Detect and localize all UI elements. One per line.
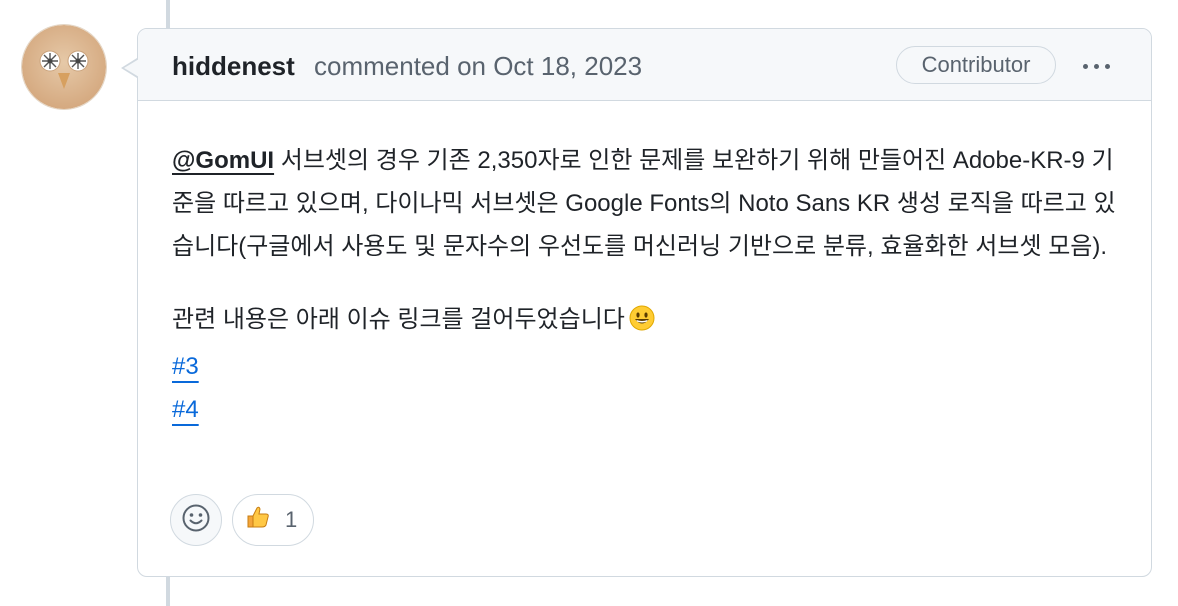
thumbs-up-reaction-button[interactable]: 1 [232, 494, 314, 546]
comment-arrow-inner [124, 59, 139, 77]
paragraph-1-text: 서브셋의 경우 기존 2,350자로 인한 문제를 보완하기 위해 만들어진 A… [172, 147, 1116, 260]
paragraph-2: 관련 내용은 아래 이슈 링크를 걸어두었습니다 [172, 298, 1132, 345]
add-reaction-button[interactable] [170, 494, 222, 546]
avatar[interactable] [22, 25, 106, 109]
comment-box: hiddenest commented on Oct 18, 2023 Cont… [137, 28, 1152, 577]
kebab-horizontal-icon[interactable] [1078, 56, 1114, 76]
comment-timestamp[interactable]: commented on Oct 18, 2023 [314, 51, 642, 82]
reaction-count: 1 [285, 507, 298, 532]
comment-author[interactable]: hiddenest [172, 51, 295, 82]
thumbs-up-icon [245, 504, 271, 536]
user-mention-link[interactable]: @GomUI [172, 147, 274, 174]
grinning-face-emoji [629, 302, 655, 345]
issue-link-4[interactable]: #4 [172, 389, 199, 430]
paragraph-1: @GomUI 서브셋의 경우 기존 2,350자로 인한 문제를 보완하기 위해… [172, 139, 1132, 268]
issue-link-3[interactable]: #3 [172, 346, 199, 387]
contributor-badge: Contributor [896, 46, 1056, 84]
comment-body: @GomUI 서브셋의 경우 기존 2,350자로 인한 문제를 보완하기 위해… [172, 139, 1132, 431]
reactions-bar: 1 [170, 494, 314, 546]
smiley-icon [181, 503, 211, 538]
paragraph-2-text: 관련 내용은 아래 이슈 링크를 걸어두었습니다 [172, 306, 625, 333]
comment-header: hiddenest commented on Oct 18, 2023 Cont… [138, 29, 1151, 101]
